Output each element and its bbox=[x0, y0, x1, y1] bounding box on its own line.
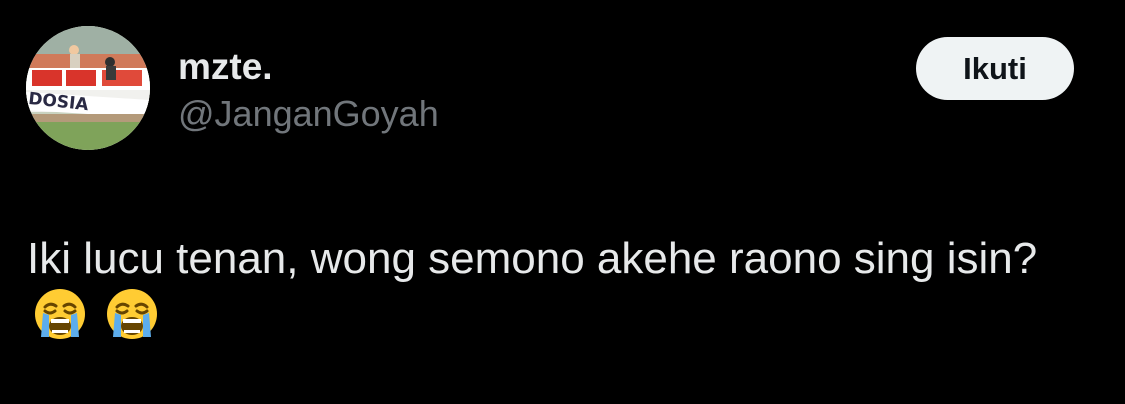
follow-button[interactable]: Ikuti bbox=[916, 37, 1074, 100]
tweet-card: DOSIA mzte. @JanganGoyah Ikuti Iki lucu … bbox=[0, 0, 1125, 404]
tweet-body: Iki lucu tenan, wong semono akehe raono … bbox=[27, 234, 1038, 283]
follow-button-label: Ikuti bbox=[963, 50, 1027, 86]
avatar[interactable]: DOSIA bbox=[26, 26, 150, 150]
tweet-text: Iki lucu tenan, wong semono akehe raono … bbox=[27, 230, 1087, 345]
display-name[interactable]: mzte. bbox=[178, 48, 273, 85]
loudly-crying-face-icon bbox=[105, 287, 159, 341]
avatar-image: DOSIA bbox=[26, 26, 150, 150]
loudly-crying-face-icon bbox=[33, 287, 87, 341]
user-handle[interactable]: @JanganGoyah bbox=[178, 96, 439, 132]
